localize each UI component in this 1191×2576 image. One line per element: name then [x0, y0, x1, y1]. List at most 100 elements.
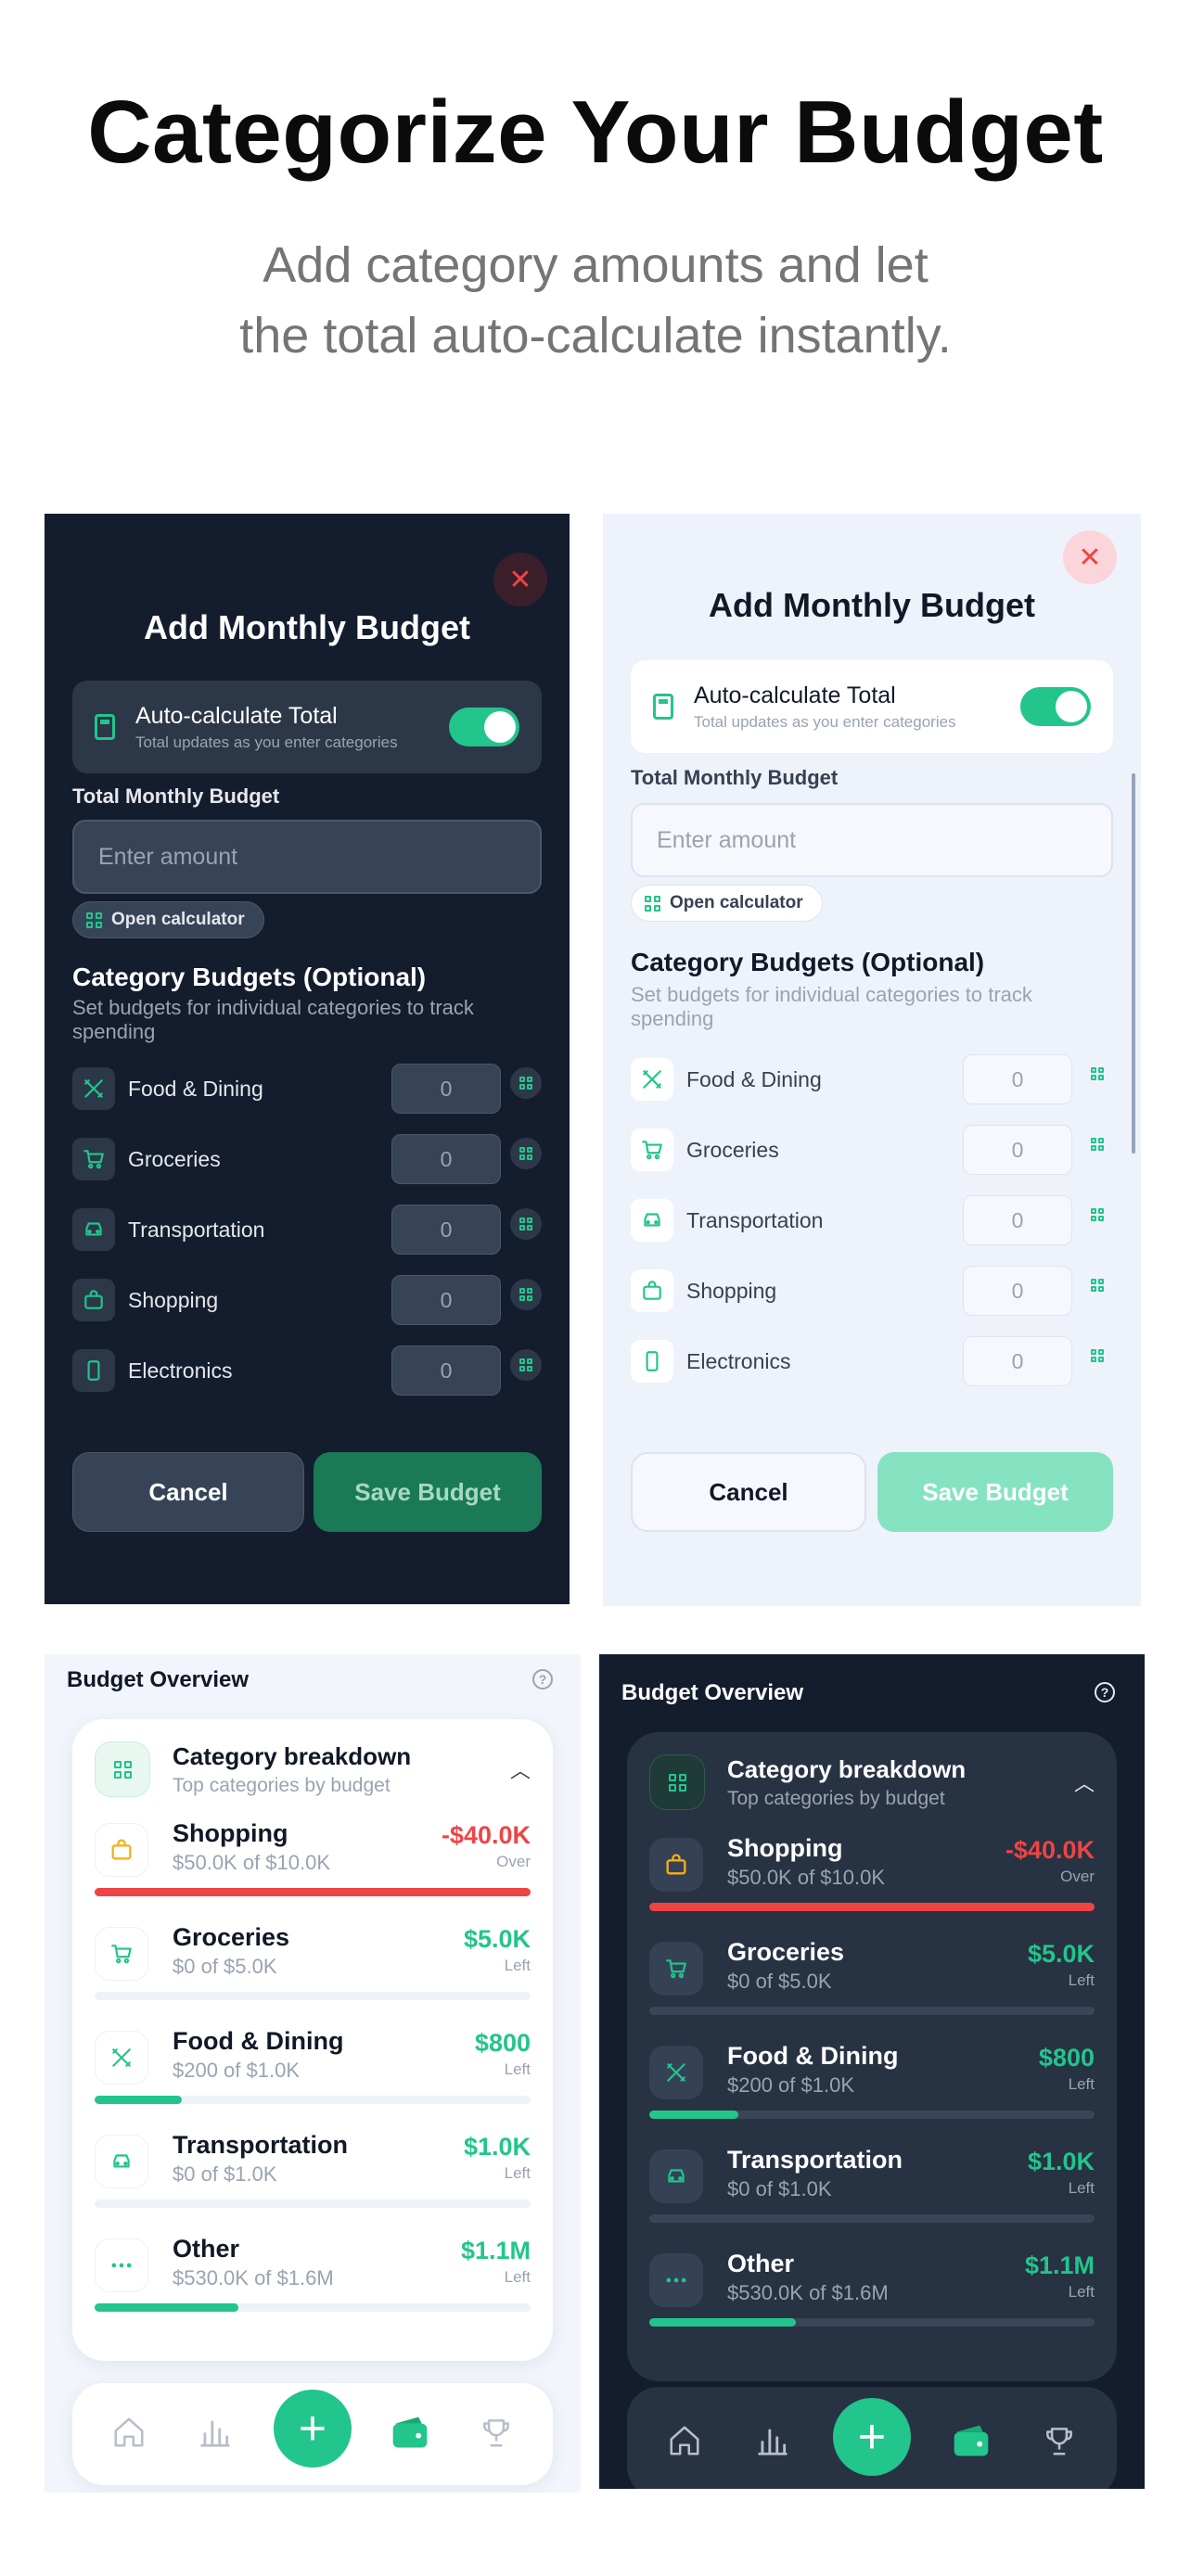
tab-chart[interactable] — [745, 2415, 800, 2470]
breakdown-name: Food & Dining — [173, 2027, 344, 2055]
breakdown-status-tag: Left — [504, 2268, 531, 2286]
breakdown-name: Groceries — [173, 1923, 290, 1951]
save-budget-button[interactable]: Save Budget — [877, 1452, 1113, 1532]
category-row: Food & Dining 0 — [631, 1044, 1113, 1115]
breakdown-row[interactable]: Transportation $0 of $1.0K $1.0K Left — [95, 2131, 531, 2235]
car-icon — [649, 2149, 703, 2203]
cart-icon — [649, 1942, 703, 1996]
category-amount-input[interactable]: 0 — [391, 1205, 501, 1255]
total-amount-input[interactable]: Enter amount — [631, 803, 1113, 877]
calculator-grid-icon[interactable] — [510, 1279, 542, 1310]
category-amount-input[interactable]: 0 — [391, 1064, 501, 1114]
calculator-grid-icon — [645, 895, 660, 912]
chart-icon — [198, 2415, 233, 2455]
calculator-grid-icon[interactable] — [510, 1138, 542, 1169]
bag-icon — [649, 1838, 703, 1892]
add-button[interactable]: + — [832, 2398, 911, 2476]
breakdown-row[interactable]: Shopping $50.0K of $10.0K -$40.0K Over — [95, 1819, 531, 1923]
category-name: Electronics — [128, 1358, 233, 1383]
breakdown-row[interactable]: Groceries $0 of $5.0K $5.0K Left — [95, 1923, 531, 2027]
open-calculator-button[interactable]: Open calculator — [631, 885, 823, 922]
save-budget-button[interactable]: Save Budget — [314, 1452, 542, 1532]
breakdown-remaining: $5.0K — [463, 1925, 531, 1953]
category-breakdown-header[interactable]: Category breakdown Top categories by bud… — [649, 1753, 1095, 1812]
help-icon[interactable]: ? — [532, 1669, 553, 1690]
auto-calculate-title: Auto-calculate Total — [135, 702, 338, 729]
add-button[interactable]: + — [273, 2390, 352, 2468]
breakdown-row[interactable]: Other $530.0K of $1.6M $1.1M Left — [649, 2250, 1095, 2353]
calculator-grid-icon[interactable] — [510, 1067, 542, 1099]
breakdown-status-tag: Left — [1068, 2283, 1095, 2301]
bag-icon — [72, 1279, 115, 1321]
breakdown-amount-of-budget: $530.0K of $1.6M — [727, 2281, 889, 2304]
help-icon[interactable]: ? — [1095, 1682, 1115, 1702]
breakdown-row[interactable]: Food & Dining $200 of $1.0K $800 Left — [649, 2042, 1095, 2146]
tab-home[interactable] — [657, 2415, 712, 2470]
tab-chart[interactable] — [187, 2406, 243, 2462]
category-amount-input[interactable]: 0 — [963, 1195, 1072, 1245]
card-title: Category breakdown — [727, 1754, 967, 1783]
category-name: Groceries — [686, 1137, 779, 1162]
breakdown-row[interactable]: Food & Dining $200 of $1.0K $800 Left — [95, 2027, 531, 2131]
calculator-grid-icon[interactable] — [1082, 1269, 1113, 1301]
breakdown-name: Transportation — [173, 2131, 349, 2159]
category-amount-input[interactable]: 0 — [391, 1134, 501, 1184]
category-amount-input[interactable]: 0 — [391, 1345, 501, 1396]
category-amount-input[interactable]: 0 — [963, 1266, 1072, 1316]
chevron-up-icon[interactable]: ︿ — [510, 1754, 531, 1784]
category-amount-input[interactable]: 0 — [963, 1125, 1072, 1175]
progress-bar — [649, 2111, 1095, 2119]
auto-calculate-title: Auto-calculate Total — [694, 682, 896, 708]
auto-calculate-toggle[interactable] — [1020, 687, 1091, 726]
total-amount-input[interactable]: Enter amount — [72, 820, 542, 894]
calculator-grid-icon[interactable] — [1082, 1199, 1113, 1231]
utensils-icon — [631, 1058, 673, 1101]
calculator-grid-icon[interactable] — [510, 1349, 542, 1381]
chart-icon — [755, 2423, 790, 2463]
breakdown-amount-of-budget: $200 of $1.0K — [173, 2059, 301, 2082]
tab-wallet[interactable] — [382, 2406, 438, 2462]
open-calculator-button[interactable]: Open calculator — [72, 901, 264, 938]
wallet-icon — [390, 2412, 430, 2457]
category-amount-input[interactable]: 0 — [963, 1054, 1072, 1104]
breakdown-name: Other — [727, 2250, 795, 2277]
page-headline: Categorize Your Budget — [87, 83, 1104, 182]
calculator-grid-icon[interactable] — [1082, 1129, 1113, 1160]
category-amount-input[interactable]: 0 — [963, 1336, 1072, 1386]
close-button[interactable]: ✕ — [1063, 530, 1117, 584]
scrollbar-thumb[interactable] — [1132, 773, 1135, 1154]
breakdown-remaining: $1.0K — [463, 2133, 531, 2161]
breakdown-row[interactable]: Other $530.0K of $1.6M $1.1M Left — [95, 2235, 531, 2339]
utensils-icon — [72, 1067, 115, 1110]
cancel-button[interactable]: Cancel — [72, 1452, 304, 1532]
breakdown-status-tag: Left — [1068, 2075, 1095, 2093]
breakdown-amount-of-budget: $0 of $5.0K — [173, 1955, 277, 1978]
calculator-grid-icon[interactable] — [510, 1208, 542, 1240]
chevron-up-icon[interactable]: ︿ — [1074, 1767, 1095, 1797]
calculator-grid-icon[interactable] — [1082, 1058, 1113, 1090]
tab-trophy[interactable] — [1031, 2415, 1087, 2470]
auto-calculate-toggle[interactable] — [449, 708, 519, 746]
car-icon — [95, 2135, 148, 2188]
category-amount-input[interactable]: 0 — [391, 1275, 501, 1325]
category-name: Transportation — [686, 1207, 824, 1232]
cart-icon — [95, 1927, 148, 1981]
cancel-button[interactable]: Cancel — [631, 1452, 866, 1532]
breakdown-row[interactable]: Groceries $0 of $5.0K $5.0K Left — [649, 1938, 1095, 2042]
grid-icon — [649, 1754, 705, 1810]
tab-wallet[interactable] — [943, 2415, 999, 2470]
tab-home[interactable] — [101, 2406, 157, 2462]
calculator-grid-icon[interactable] — [1082, 1340, 1113, 1371]
category-list: Food & Dining 0 Groceries 0 Transportation 0 S… — [72, 1053, 542, 1409]
category-breakdown-header[interactable]: Category breakdown Top categories by bud… — [95, 1740, 531, 1799]
breakdown-row[interactable]: Shopping $50.0K of $10.0K -$40.0K Over — [649, 1834, 1095, 1938]
breakdown-remaining: -$40.0K — [441, 1821, 531, 1849]
utensils-icon — [95, 2031, 148, 2085]
category-row: Shopping 0 — [72, 1265, 542, 1335]
breakdown-row[interactable]: Transportation $0 of $1.0K $1.0K Left — [649, 2146, 1095, 2250]
close-button[interactable]: ✕ — [493, 553, 547, 606]
progress-bar — [649, 2214, 1095, 2223]
breakdown-status-tag: Left — [1068, 1971, 1095, 1989]
tab-trophy[interactable] — [468, 2406, 524, 2462]
breakdown-name: Groceries — [727, 1938, 845, 1966]
